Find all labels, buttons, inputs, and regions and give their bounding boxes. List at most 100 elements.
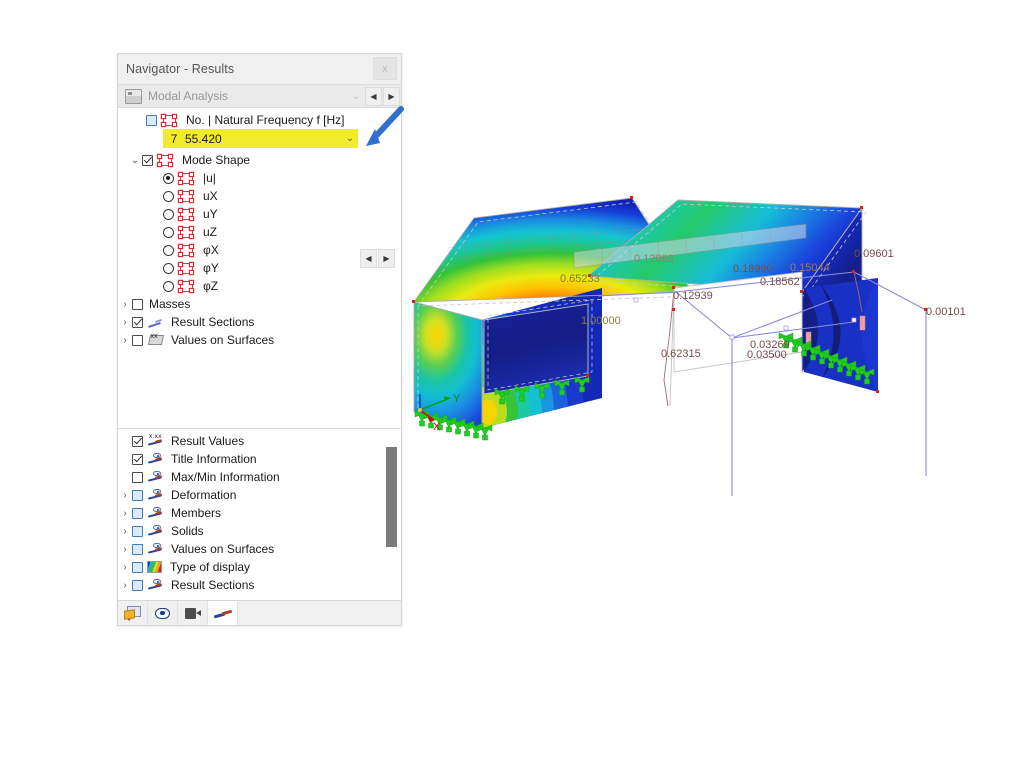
tab-visibility[interactable] (148, 601, 178, 625)
blue-annotation-arrow (366, 106, 404, 146)
component-radio[interactable] (163, 172, 174, 184)
result-values-icon: x.xx (147, 433, 163, 447)
surface-result-icon (179, 262, 194, 274)
chevron-down-icon[interactable]: ⌄ (347, 91, 365, 102)
list-item[interactable]: › Type of display (118, 558, 401, 576)
chevron-right-icon[interactable]: › (118, 490, 132, 501)
tree-item-component-uy[interactable]: uY (118, 205, 401, 223)
analysis-case-selector[interactable]: Modal Analysis ⌄ ◀ ▶ (118, 84, 401, 108)
tree-item-component-phiy[interactable]: φY (118, 259, 401, 277)
list-item-checkbox[interactable] (132, 435, 143, 447)
values-on-surfaces-checkbox[interactable] (132, 334, 143, 346)
list-item[interactable]: › Values on Surfaces (118, 540, 401, 558)
chevron-right-icon[interactable]: › (118, 317, 132, 328)
list-item-checkbox[interactable] (132, 525, 143, 537)
display-options-list[interactable]: x.xx Result Values Title Information Max… (118, 428, 401, 600)
panel-footer-toolbar[interactable] (118, 600, 401, 625)
chevron-right-icon[interactable]: › (118, 526, 132, 537)
component-radio[interactable] (163, 208, 174, 220)
list-item[interactable]: › Deformation (118, 486, 401, 504)
chevron-right-icon[interactable]: › (118, 544, 132, 555)
mid-right-panel (673, 271, 803, 373)
chevron-right-icon[interactable]: › (118, 580, 132, 591)
tree-item-component-u[interactable]: |u| (118, 169, 401, 187)
visibility-eye-icon (155, 607, 170, 619)
list-item-checkbox[interactable] (132, 543, 143, 555)
component-radio[interactable] (163, 190, 174, 202)
tab-project-navigator[interactable] (118, 601, 148, 625)
component-label: |u| (203, 171, 216, 185)
tree-item-result-sections[interactable]: › Result Sections (118, 313, 401, 331)
tree-item-natural-frequency[interactable]: No. | Natural Frequency f [Hz] (118, 111, 401, 129)
chevron-right-icon[interactable]: › (118, 335, 132, 346)
masses-checkbox[interactable] (132, 298, 143, 310)
list-item-checkbox[interactable] (132, 471, 143, 483)
component-label: φY (203, 261, 219, 275)
list-item-checkbox[interactable] (132, 579, 143, 591)
tree-item-masses[interactable]: › Masses (118, 295, 401, 313)
list-item-label: Result Values (171, 434, 245, 448)
chevron-down-icon[interactable]: ⌄ (128, 155, 142, 166)
list-item-label: Solids (171, 524, 204, 538)
list-item-label: Max/Min Information (171, 470, 280, 484)
list-item[interactable]: Max/Min Information (118, 468, 401, 486)
chevron-right-icon[interactable]: › (118, 508, 132, 519)
frequency-combo[interactable]: 7 55.420 ⌄ (163, 129, 358, 148)
component-radio[interactable] (163, 244, 174, 256)
result-sections-icon (147, 317, 163, 328)
eye-line-icon (147, 507, 163, 519)
list-scrollbar[interactable] (386, 447, 397, 547)
chevron-right-icon[interactable]: › (118, 562, 132, 573)
list-item[interactable]: › Solids (118, 522, 401, 540)
chevron-right-icon[interactable]: › (118, 299, 132, 310)
case-prev-button[interactable]: ◀ (365, 86, 382, 106)
close-icon[interactable]: x (373, 57, 397, 80)
surface-result-icon (179, 226, 194, 238)
tree-item-component-phix[interactable]: φX (118, 241, 401, 259)
tree-item-component-ux[interactable]: uX (118, 187, 401, 205)
case-next-button[interactable]: ▶ (383, 86, 400, 106)
model-3d-render[interactable]: Y X (402, 180, 1024, 768)
list-item-label: Type of display (170, 560, 251, 574)
tab-result-sections[interactable] (208, 601, 238, 625)
mode-number: 7 (170, 131, 178, 146)
tree-item-component-uz[interactable]: uZ (118, 223, 401, 241)
list-item[interactable]: Title Information (118, 450, 401, 468)
list-item[interactable]: x.xx Result Values (118, 432, 401, 450)
tree-item-label: Result Sections (171, 315, 255, 329)
list-item-checkbox[interactable] (132, 561, 143, 573)
component-radio[interactable] (163, 262, 174, 274)
tree-item-component-phiz[interactable]: φZ (118, 277, 401, 295)
result-sections-checkbox[interactable] (132, 316, 143, 328)
tab-clipping-planes[interactable] (178, 601, 208, 625)
tree-item-label: Values on Surfaces (171, 333, 275, 347)
chevron-down-icon[interactable]: ⌄ (342, 133, 358, 144)
axis-label-x: X (433, 421, 441, 433)
surface-result-icon (179, 208, 194, 220)
list-item-label: Values on Surfaces (171, 542, 275, 556)
axis-label-y: Y (453, 393, 461, 405)
list-item[interactable]: › Result Sections (118, 576, 401, 594)
component-label: uX (203, 189, 218, 203)
component-radio[interactable] (163, 280, 174, 292)
analysis-case-label: Modal Analysis (148, 89, 229, 103)
list-item-checkbox[interactable] (132, 489, 143, 501)
list-item-checkbox[interactable] (132, 453, 143, 465)
tree-item-values-on-surfaces[interactable]: › Values on Surfaces (118, 331, 401, 349)
model-viewport[interactable]: Y X 0.65233 1.00000 0.12883 0.12939 0.18… (402, 180, 1024, 768)
tree-item-mode-shape[interactable]: ⌄ Mode Shape (118, 151, 401, 169)
open-project-icon (124, 606, 141, 621)
eye-line-icon (147, 489, 163, 501)
results-tree[interactable]: No. | Natural Frequency f [Hz] 7 55.420 … (118, 108, 401, 428)
surface-result-icon (179, 280, 194, 292)
natural-frequency-checkbox[interactable] (146, 114, 157, 126)
mode-frequency-value: 55.420 (185, 131, 222, 146)
scrollbar-thumb[interactable] (386, 447, 397, 547)
panel-titlebar: Navigator - Results x (118, 54, 401, 84)
list-item[interactable]: › Members (118, 504, 401, 522)
camera-clipping-icon (184, 607, 201, 619)
component-radio[interactable] (163, 226, 174, 238)
list-item-checkbox[interactable] (132, 507, 143, 519)
surface-result-icon (179, 244, 194, 256)
mode-shape-checkbox[interactable] (142, 154, 153, 166)
